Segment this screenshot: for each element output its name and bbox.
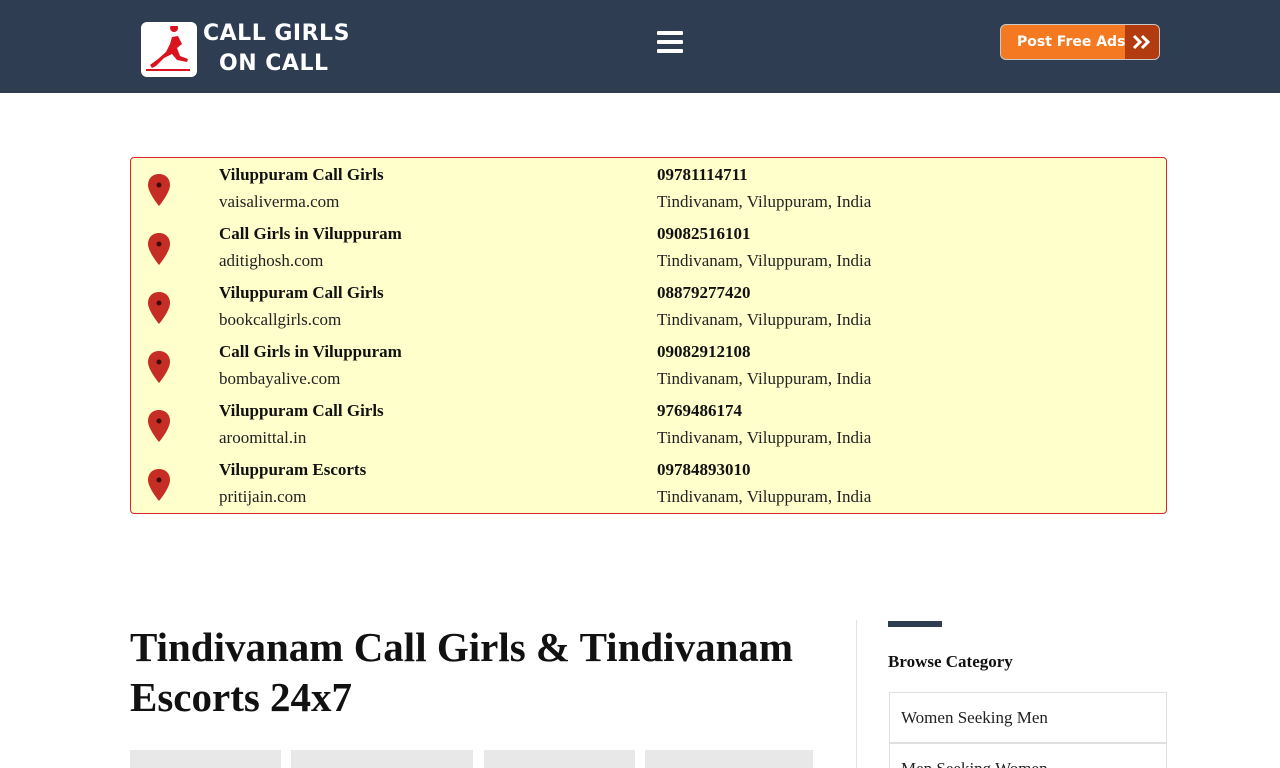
listing-site: aroomittal.in	[219, 428, 307, 447]
map-pin-icon	[148, 174, 170, 206]
listing-site: bookcallgirls.com	[219, 310, 342, 329]
site-logo[interactable]: CALL GIRLS ON CALL	[141, 19, 350, 79]
category-women-seeking-men[interactable]: Women Seeking Men	[889, 692, 1167, 743]
double-chevron-right-icon	[1125, 25, 1159, 59]
list-item[interactable]: Viluppuram Call Girls bookcallgirls.com …	[131, 282, 1166, 340]
listing-site: pritijain.com	[219, 487, 307, 506]
listing-phone[interactable]: 08879277420	[657, 282, 871, 304]
listing-title[interactable]: Viluppuram Call Girls	[219, 164, 384, 186]
hamburger-icon[interactable]	[657, 31, 683, 57]
list-item[interactable]: Viluppuram Call Girls vaisaliverma.com 0…	[131, 164, 1166, 222]
logo-line-2: ON CALL	[219, 51, 329, 76]
thumbnail-image[interactable]	[484, 750, 635, 768]
post-free-ads-button[interactable]: Post Free Ads	[1000, 24, 1160, 60]
listing-phone[interactable]: 09082516101	[657, 223, 871, 245]
map-pin-icon	[148, 292, 170, 324]
listing-location: Tindivanam, Viluppuram, India	[657, 487, 872, 506]
listing-title[interactable]: Viluppuram Call Girls	[219, 400, 384, 422]
map-pin-icon	[148, 469, 170, 501]
thumbnail-image[interactable]	[291, 750, 473, 768]
logo-figure-icon	[141, 21, 197, 77]
site-header: CALL GIRLS ON CALL Post Free Ads	[0, 0, 1280, 93]
listing-location: Tindivanam, Viluppuram, India	[657, 428, 872, 447]
page-title: Tindivanam Call Girls & Tindivanam Escor…	[130, 624, 794, 720]
map-pin-icon	[148, 233, 170, 265]
listings-box: Viluppuram Call Girls vaisaliverma.com 0…	[130, 157, 1167, 514]
list-item[interactable]: Viluppuram Escorts pritijain.com 0978489…	[131, 459, 1166, 517]
listing-phone[interactable]: 09082912108	[657, 341, 871, 363]
thumbnail-image[interactable]	[130, 750, 281, 768]
listing-phone[interactable]: 9769486174	[657, 400, 871, 422]
sidebar-title: Browse Category	[888, 652, 1013, 671]
listing-phone[interactable]: 09781114711	[657, 164, 871, 186]
listing-phone[interactable]: 09784893010	[657, 459, 871, 481]
sidebar-accent-bar	[888, 621, 942, 627]
listing-location: Tindivanam, Viluppuram, India	[657, 310, 872, 329]
listing-location: Tindivanam, Viluppuram, India	[657, 251, 872, 270]
post-free-ads-label: Post Free Ads	[1017, 34, 1126, 50]
listing-title[interactable]: Call Girls in Viluppuram	[219, 223, 402, 245]
map-pin-icon	[148, 351, 170, 383]
thumbnail-image[interactable]	[645, 750, 813, 768]
listing-title[interactable]: Viluppuram Escorts	[219, 459, 366, 481]
column-divider	[856, 620, 857, 768]
listing-site: bombayalive.com	[219, 369, 341, 388]
listing-title[interactable]: Call Girls in Viluppuram	[219, 341, 402, 363]
map-pin-icon	[148, 410, 170, 442]
logo-text: CALL GIRLS ON CALL	[203, 19, 350, 79]
listing-title[interactable]: Viluppuram Call Girls	[219, 282, 384, 304]
listing-location: Tindivanam, Viluppuram, India	[657, 369, 872, 388]
category-men-seeking-women[interactable]: Men Seeking Women	[889, 743, 1167, 768]
listing-site: aditighosh.com	[219, 251, 324, 270]
list-item[interactable]: Viluppuram Call Girls aroomittal.in 9769…	[131, 400, 1166, 458]
listing-location: Tindivanam, Viluppuram, India	[657, 192, 872, 211]
list-item[interactable]: Call Girls in Viluppuram aditighosh.com …	[131, 223, 1166, 281]
listing-site: vaisaliverma.com	[219, 192, 340, 211]
logo-line-1: CALL GIRLS	[203, 21, 350, 46]
list-item[interactable]: Call Girls in Viluppuram bombayalive.com…	[131, 341, 1166, 399]
